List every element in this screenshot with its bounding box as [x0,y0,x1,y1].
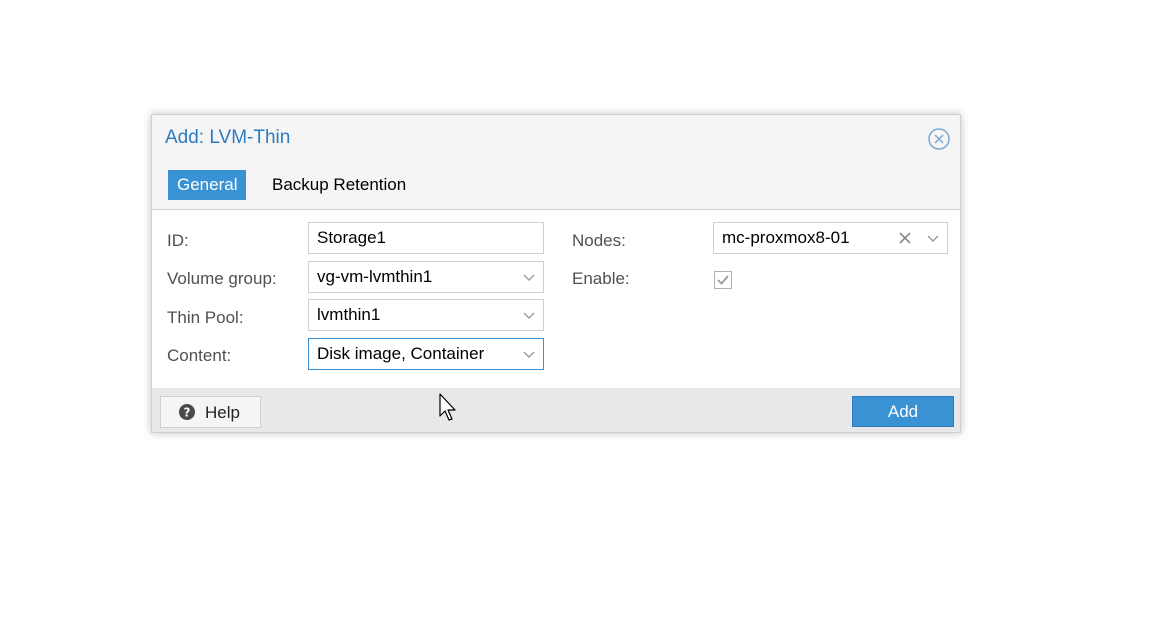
dialog-footer: ? Help Add [152,388,960,432]
mouse-cursor-icon [439,393,456,421]
nodes-value: mc-proxmox8-01 [722,228,850,247]
nodes-label: Nodes: [572,231,626,250]
help-button[interactable]: ? Help [160,396,261,428]
content-label: Content: [167,346,232,365]
thin-pool-value: lvmthin1 [317,305,381,324]
chevron-down-icon [927,235,939,242]
chevron-down-icon [523,351,535,358]
content-value: Disk image, Container [317,344,485,363]
id-label: ID: [167,231,189,250]
form-body: ID: Storage1 Volume group: vg-vm-lvmthin… [152,210,960,388]
close-circle-icon [928,128,950,150]
id-input-value: Storage1 [317,228,386,247]
id-input[interactable]: Storage1 [308,222,544,254]
volume-group-value: vg-vm-lvmthin1 [317,267,433,286]
content-select[interactable]: Disk image, Container [308,338,544,370]
enable-checkbox[interactable] [714,271,732,289]
dialog-title: Add: LVM-Thin [165,127,291,148]
chevron-down-icon [523,274,535,281]
volume-group-label: Volume group: [167,269,277,288]
chevron-down-icon [523,312,535,319]
tab-backup-retention[interactable]: Backup Retention [263,170,415,200]
thin-pool-select[interactable]: lvmthin1 [308,299,544,331]
tab-general[interactable]: General [168,170,247,200]
checkmark-icon [717,275,729,285]
clear-icon[interactable] [899,232,911,244]
thin-pool-label: Thin Pool: [167,308,244,327]
nodes-select[interactable]: mc-proxmox8-01 [713,222,948,254]
close-button[interactable] [928,128,950,150]
add-lvm-thin-dialog: Add: LVM-Thin General Backup Retention I… [151,114,961,433]
question-circle-icon: ? [179,404,195,420]
svg-text:?: ? [184,406,191,420]
help-button-label: Help [205,403,240,422]
volume-group-select[interactable]: vg-vm-lvmthin1 [308,261,544,293]
add-button[interactable]: Add [852,396,954,427]
enable-label: Enable: [572,269,630,288]
tab-bar: General Backup Retention [152,168,960,210]
